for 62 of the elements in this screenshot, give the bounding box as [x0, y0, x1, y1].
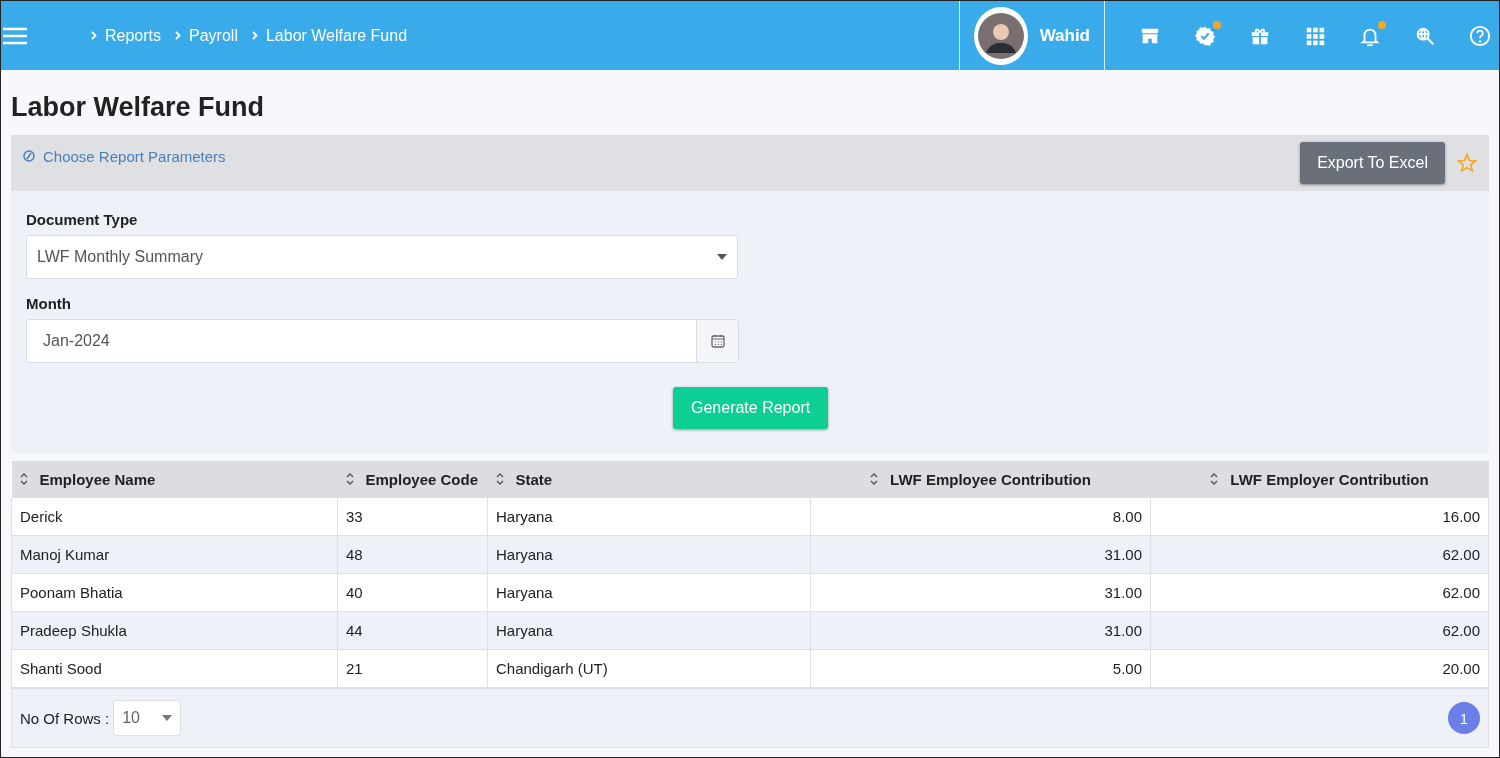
table-cell: 33 — [337, 498, 488, 536]
user-name: Wahid — [1039, 25, 1090, 46]
favorite-star-icon[interactable] — [1457, 153, 1477, 173]
parameters-icon — [23, 150, 35, 162]
table-cell: 62.00 — [1150, 573, 1489, 612]
sort-icon — [495, 473, 504, 486]
sort-icon — [1210, 473, 1219, 486]
table-cell: 21 — [337, 649, 488, 688]
caret-icon — [162, 715, 173, 721]
menu-button[interactable] — [1, 26, 27, 45]
chevron-icon — [251, 31, 258, 40]
table-cell: 62.00 — [1150, 611, 1489, 650]
table-cell: 31.00 — [810, 535, 1151, 574]
table-cell: 44 — [337, 611, 488, 650]
table-cell: 5.00 — [810, 649, 1151, 688]
column-header[interactable]: LWF Employer Contribution — [1150, 461, 1489, 498]
column-header[interactable]: Employee Name — [11, 461, 338, 498]
sort-icon — [345, 473, 354, 486]
table-cell: 16.00 — [1150, 498, 1489, 536]
notification-dot — [1213, 20, 1221, 29]
table-cell: Pradeep Shukla — [11, 611, 338, 650]
table-cell: 8.00 — [810, 498, 1151, 536]
sort-icon — [19, 473, 28, 486]
sort-icon — [870, 473, 879, 486]
chevron-icon — [91, 31, 97, 40]
notification-dot — [1378, 20, 1386, 29]
table-cell: Derick — [11, 498, 338, 536]
table-cell: 31.00 — [810, 611, 1151, 650]
caret-icon — [717, 254, 727, 260]
export-button[interactable]: Export To Excel — [1300, 142, 1445, 184]
table-cell: 40 — [337, 573, 488, 612]
help-icon — [1469, 24, 1491, 47]
rows-per-page-label: No Of Rows : — [20, 709, 110, 727]
table-cell: 20.00 — [1150, 649, 1489, 688]
person-silhouette-icon — [977, 12, 1024, 59]
table-cell: Manoj Kumar — [11, 535, 338, 574]
document-type-dropdown[interactable]: LWF Monthly Summary — [26, 235, 738, 279]
rows-per-page-dropdown[interactable]: 10 — [113, 700, 182, 736]
field-label: Month — [26, 295, 72, 312]
avatar[interactable] — [974, 6, 1028, 65]
table-cell: Chandigarh (UT) — [487, 649, 811, 688]
dropdown-value: LWF Monthly Summary — [37, 248, 203, 266]
page-button[interactable]: 1 — [1448, 702, 1480, 734]
page-title: Labor Welfare Fund — [11, 91, 266, 124]
column-header[interactable]: LWF Employee Contribution — [810, 461, 1151, 498]
parameters-heading[interactable]: Choose Report Parameters — [43, 147, 226, 165]
table-cell: Poonam Bhatia — [11, 573, 338, 612]
table-cell: 62.00 — [1150, 535, 1489, 574]
dropdown-value: 10 — [122, 709, 140, 727]
table-cell: 31.00 — [810, 573, 1151, 612]
table-cell: Haryana — [487, 573, 811, 612]
table-cell: Haryana — [487, 498, 811, 536]
menu-icon — [3, 26, 27, 45]
column-header[interactable]: Employee Code — [337, 461, 488, 498]
chevron-icon — [175, 31, 182, 40]
table-cell: 48 — [337, 535, 488, 574]
table-cell: Haryana — [487, 611, 811, 650]
verified-badge-icon — [1194, 24, 1216, 47]
field-label: Document Type — [26, 211, 139, 228]
table-cell: Haryana — [487, 535, 811, 574]
column-header[interactable]: State — [487, 461, 811, 498]
table-cell: Shanti Sood — [11, 649, 338, 688]
